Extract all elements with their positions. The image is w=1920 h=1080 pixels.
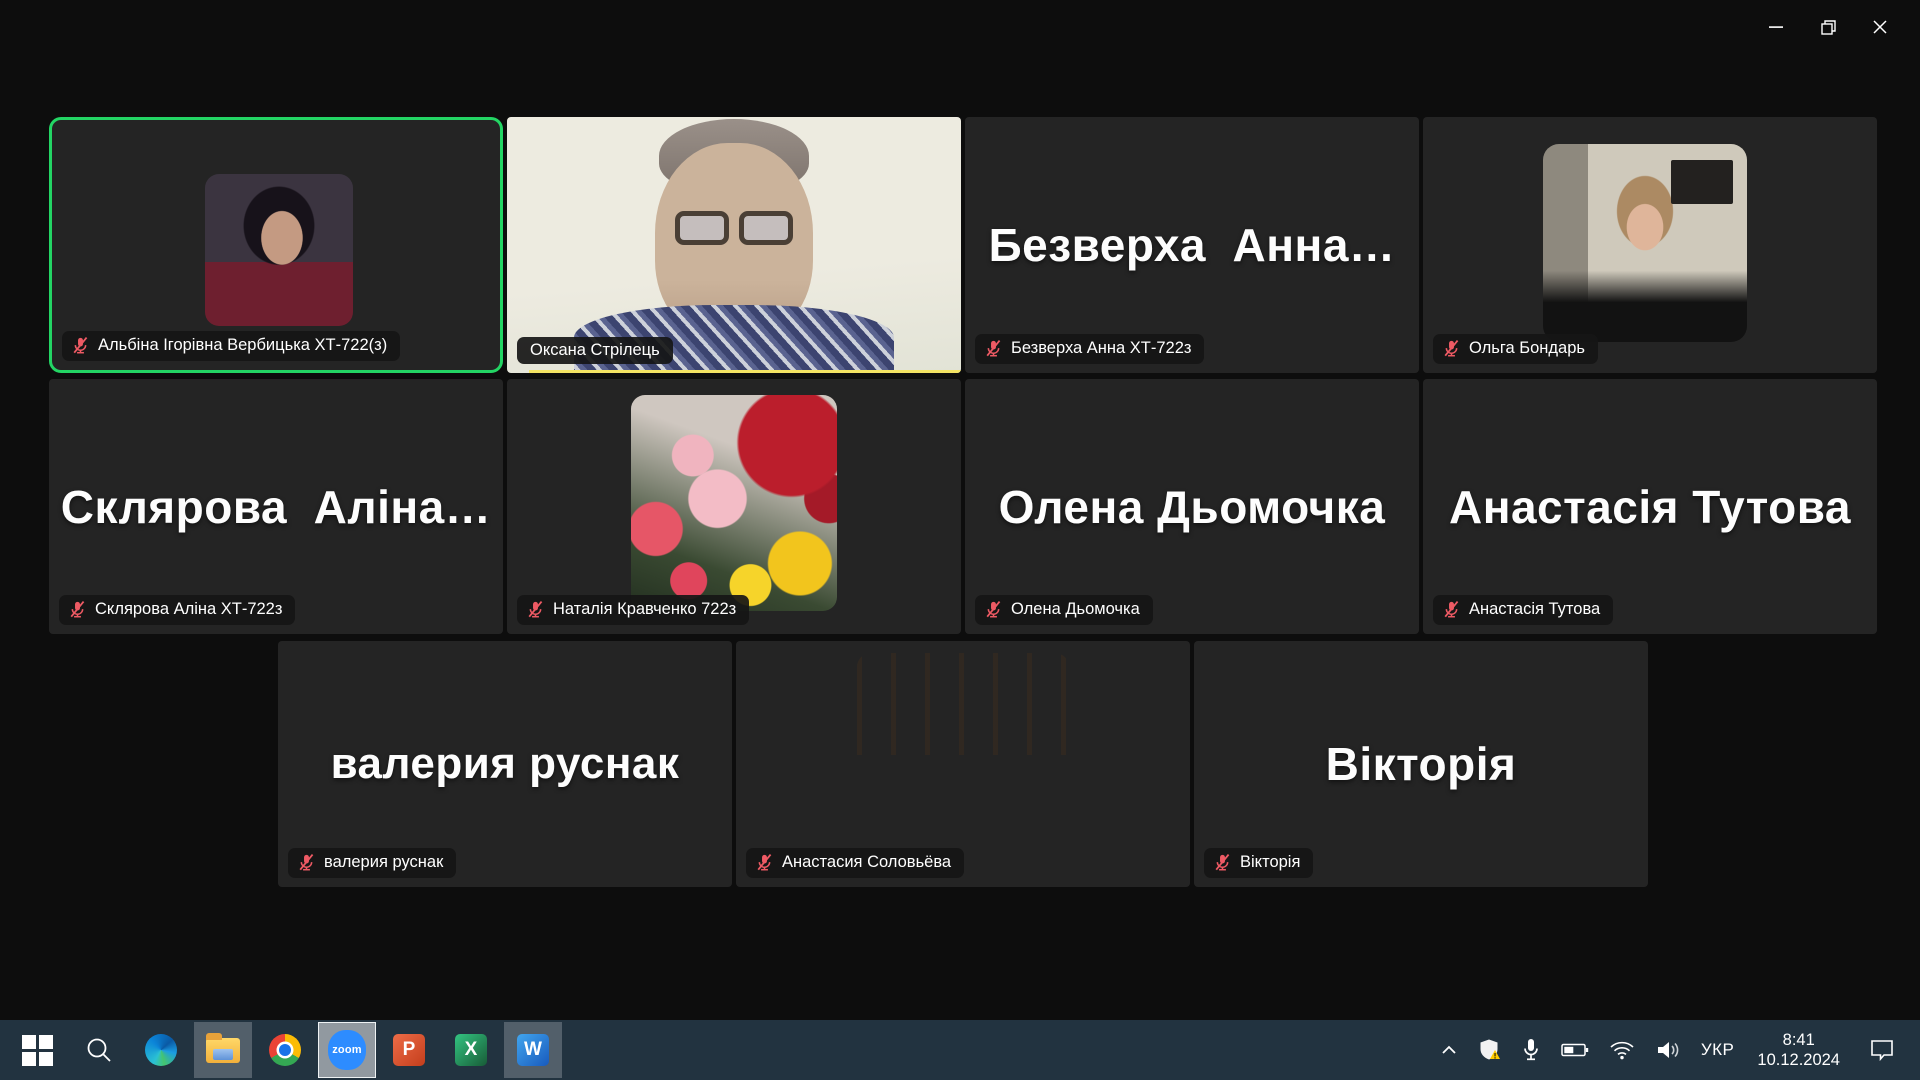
muted-mic-icon [984,339,1003,358]
close-button[interactable] [1854,10,1906,44]
participant-name-label: Вікторія [1204,848,1313,878]
tray-clock[interactable]: 8:41 10.12.2024 [1745,1020,1852,1080]
video-bottom-highlight [529,370,961,373]
participant-name-text: Вікторія [1240,854,1300,871]
tray-security-button[interactable] [1468,1020,1510,1080]
muted-mic-icon [526,600,545,619]
muted-mic-icon [71,336,90,355]
restore-icon [1821,20,1836,35]
participant-tile-domochka[interactable]: Олена Дьомочка Олена Дьомочка [965,379,1419,634]
wifi-icon [1609,1040,1635,1060]
taskbar-app-icons: zoom P X W [0,1020,564,1080]
participant-name-text: Анастасія Тутова [1469,601,1600,618]
close-icon [1873,20,1887,34]
tray-volume-button[interactable] [1646,1020,1690,1080]
participant-tile-albina[interactable]: Альбіна Ігорівна Вербицька ХТ-722(з) [49,117,503,373]
participant-name-text: Анастасия Соловьёва [782,854,951,871]
word-icon: W [517,1034,549,1066]
muted-mic-icon [1213,853,1232,872]
tray-wifi-button[interactable] [1600,1020,1644,1080]
security-shield-warning-icon [1477,1038,1501,1062]
excel-icon: X [455,1034,487,1066]
tray-show-hidden-icons-button[interactable] [1432,1020,1466,1080]
participant-tile-solovyova[interactable]: Анастасия Соловьёва [736,641,1190,887]
participant-tile-bezverkha[interactable]: Безверха Анна… Безверха Анна ХТ-722з [965,117,1419,373]
participant-name-label: Склярова Аліна ХТ-722з [59,595,295,625]
participant-tile-tutova[interactable]: Анастасія Тутова Анастасія Тутова [1423,379,1877,634]
file-explorer-icon [206,1038,240,1063]
action-center-icon [1870,1039,1894,1061]
taskbar-edge-button[interactable] [130,1020,192,1080]
taskbar-search-button[interactable] [68,1020,130,1080]
participant-name-label: Ольга Бондарь [1433,334,1598,364]
muted-mic-icon [297,853,316,872]
participant-name-label: Безверха Анна ХТ-722з [975,334,1204,364]
taskbar-powerpoint-button[interactable]: P [378,1020,440,1080]
chrome-icon [269,1034,301,1066]
participant-tile-rusnak[interactable]: валерия руснак валерия руснак [278,641,732,887]
microphone-icon [1521,1038,1541,1062]
taskbar-chrome-button[interactable] [254,1020,316,1080]
muted-mic-icon [984,600,1003,619]
search-icon [85,1036,113,1064]
participant-name-label: Олена Дьомочка [975,595,1153,625]
video-person-glasses [675,211,793,245]
participant-name-label: валерия руснак [288,848,456,878]
system-tray: УКР 8:41 10.12.2024 [1432,1020,1920,1080]
restore-button[interactable] [1802,10,1854,44]
participant-name-text: Склярова Аліна ХТ-722з [95,601,282,618]
taskbar-excel-button[interactable]: X [440,1020,502,1080]
participant-name-label: Анастасия Соловьёва [746,848,964,878]
zoom-icon: zoom [328,1030,366,1070]
battery-icon [1561,1042,1589,1058]
chevron-up-icon [1441,1045,1457,1055]
tray-language-indicator[interactable]: УКР [1692,1020,1744,1080]
tray-time: 8:41 [1783,1032,1815,1049]
participant-avatar-photo [631,395,837,611]
participant-tile-olga[interactable]: Ольга Бондарь [1423,117,1877,373]
participant-name-text: валерия руснак [324,854,443,871]
participant-name-label: Наталія Кравченко 722з [517,595,749,625]
muted-mic-icon [1442,339,1461,358]
taskbar-word-button[interactable]: W [504,1022,562,1078]
tray-microphone-button[interactable] [1512,1020,1550,1080]
taskbar-start-button[interactable] [6,1020,68,1080]
participant-name-text: Наталія Кравченко 722з [553,601,736,618]
taskbar: zoom P X W [0,1020,1920,1080]
muted-mic-icon [755,853,774,872]
participant-name-text: Безверха Анна ХТ-722з [1011,340,1191,357]
participant-video [507,117,961,373]
volume-icon [1655,1040,1681,1060]
participant-tile-kravchenko[interactable]: Наталія Кравченко 722з [507,379,961,634]
participant-avatar-photo [205,174,353,326]
window-controls [1750,10,1906,44]
participant-tile-oksana[interactable]: Оксана Стрілець [507,117,961,373]
participant-name-label: Оксана Стрілець [517,337,673,365]
windows-logo-icon [22,1035,53,1066]
tray-action-center-button[interactable] [1854,1020,1910,1080]
participant-name-text: Альбіна Ігорівна Вербицька ХТ-722(з) [98,337,387,354]
taskbar-file-explorer-button[interactable] [194,1022,252,1078]
minimize-icon [1769,20,1783,34]
taskbar-zoom-button[interactable]: zoom [318,1022,376,1078]
participant-avatar-photo [857,653,1069,879]
participant-name-text: Ольга Бондарь [1469,340,1585,357]
powerpoint-icon: P [393,1034,425,1066]
minimize-button[interactable] [1750,10,1802,44]
participant-name-label: Анастасія Тутова [1433,595,1613,625]
participant-avatar-photo [1543,144,1747,342]
participant-tile-viktoriia[interactable]: Вікторія Вікторія [1194,641,1648,887]
tray-date: 10.12.2024 [1757,1052,1840,1069]
edge-icon [145,1034,177,1066]
participant-name-label: Альбіна Ігорівна Вербицька ХТ-722(з) [62,331,400,361]
muted-mic-icon [1442,600,1461,619]
participant-tile-skliarova[interactable]: Склярова Аліна… Склярова Аліна ХТ-722з [49,379,503,634]
tray-battery-button[interactable] [1552,1020,1598,1080]
participant-name-text: Олена Дьомочка [1011,601,1140,618]
muted-mic-icon [68,600,87,619]
participant-name-text: Оксана Стрілець [530,342,660,359]
